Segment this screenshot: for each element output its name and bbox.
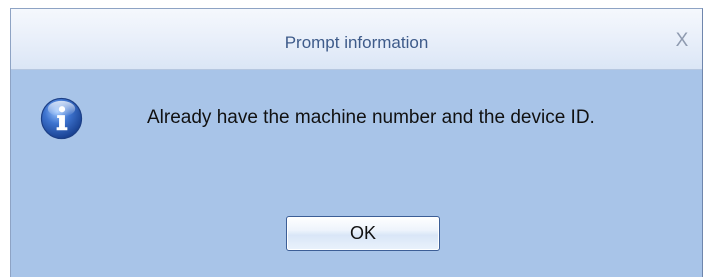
close-button[interactable]: X <box>672 30 692 51</box>
dialog-message: Already have the machine number and the … <box>147 107 595 128</box>
dialog-body: Already have the machine number and the … <box>11 70 702 277</box>
dialog-titlebar[interactable]: Prompt information X <box>11 9 702 70</box>
dialog-title: Prompt information <box>284 33 429 52</box>
info-icon <box>40 97 83 140</box>
ok-button[interactable]: OK <box>286 216 440 251</box>
prompt-dialog: Prompt information X Already have the ma… <box>10 8 703 277</box>
